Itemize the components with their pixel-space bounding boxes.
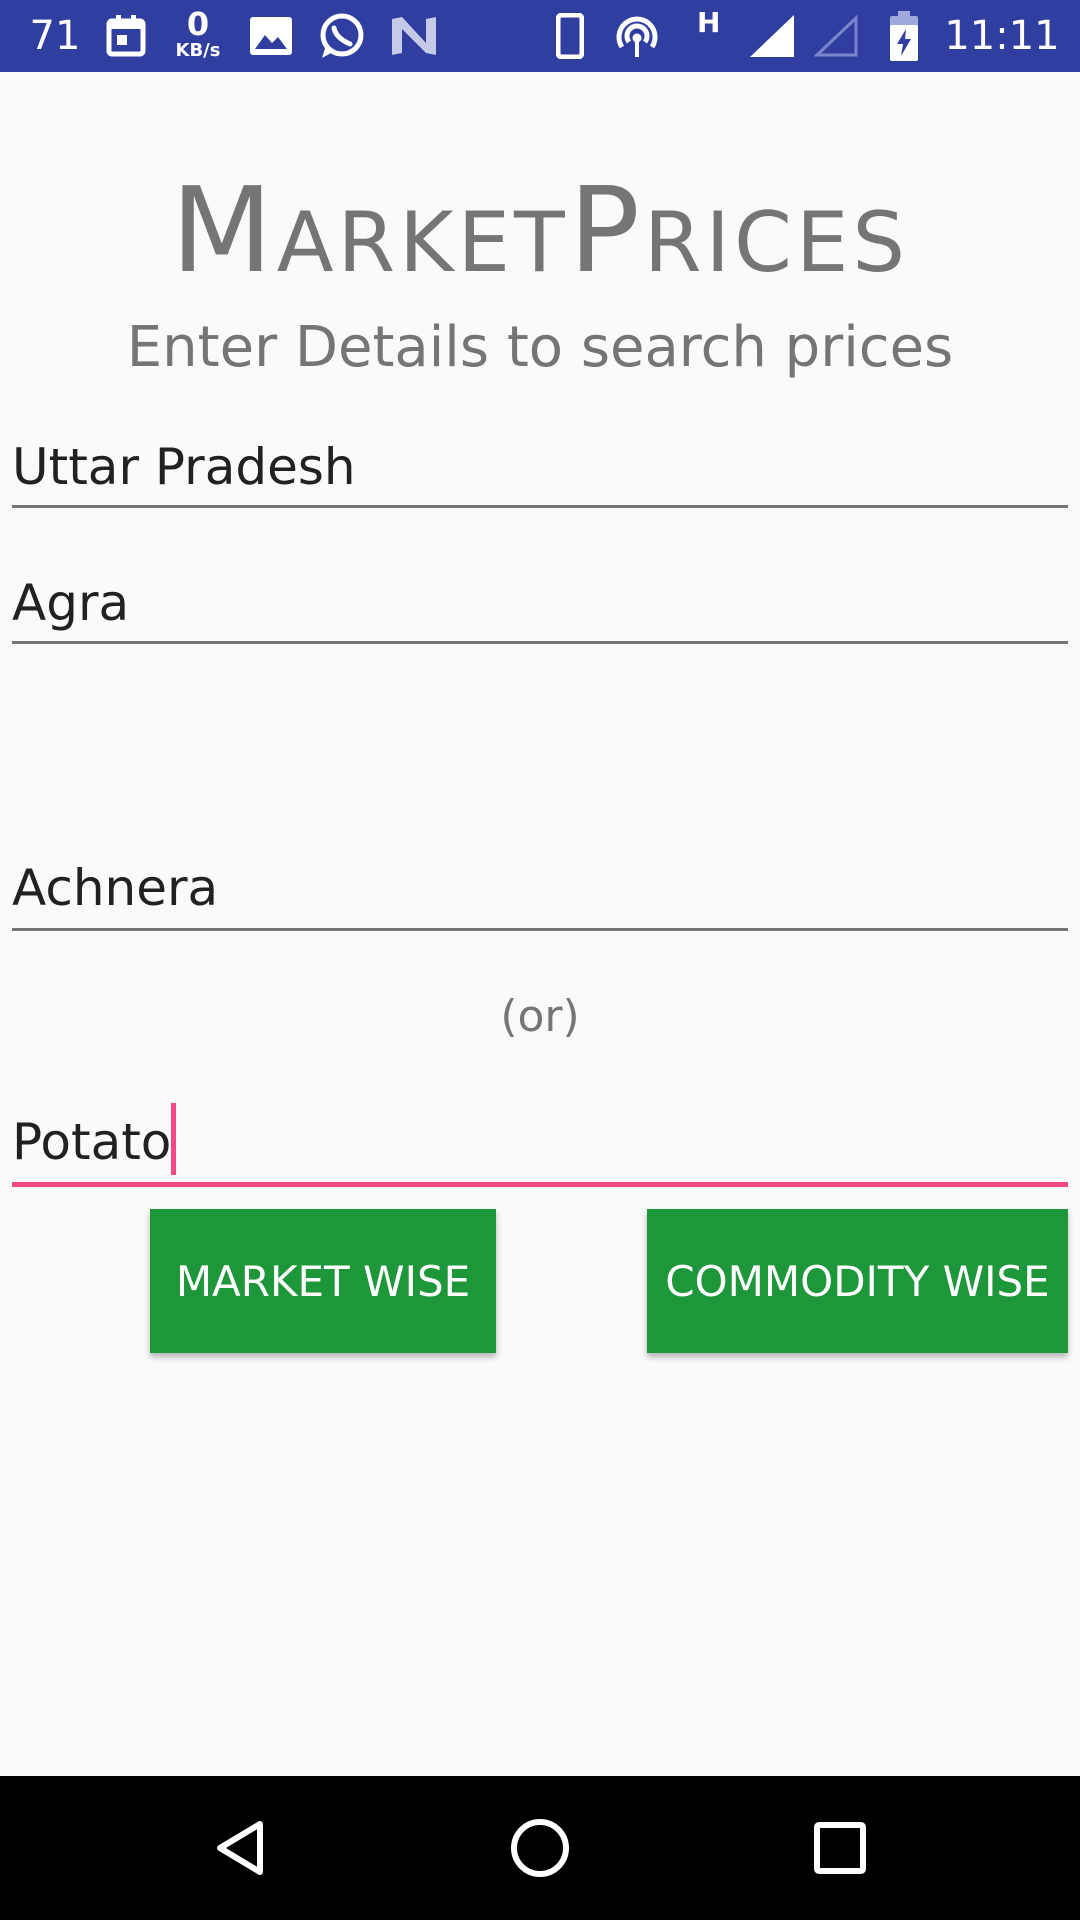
speed-value: 0 — [186, 5, 210, 43]
hotspot-icon — [612, 0, 662, 72]
market-wise-button[interactable]: MARKET WISE — [150, 1209, 496, 1353]
calendar-icon — [102, 0, 150, 72]
state-underline — [12, 505, 1068, 508]
notification-count: 71 — [29, 13, 81, 59]
commodity-wise-button[interactable]: COMMODITY WISE — [647, 1209, 1068, 1353]
district-underline — [12, 641, 1068, 644]
market-underline — [12, 928, 1068, 931]
commodity-underline — [12, 1182, 1068, 1187]
n-app-icon — [390, 0, 438, 72]
speed-unit: KB/s — [175, 40, 221, 61]
back-icon[interactable] — [170, 1776, 310, 1920]
recents-icon[interactable] — [770, 1776, 910, 1920]
network-type: H — [697, 6, 721, 39]
image-icon — [248, 0, 294, 72]
battery-charging-icon — [888, 0, 920, 72]
navigation-bar — [0, 1776, 1080, 1920]
signal-empty-icon — [812, 0, 860, 72]
app-title: MarketPrices — [170, 161, 910, 299]
network-speed: 0 KB/s — [168, 8, 228, 60]
clock: 11:11 — [944, 13, 1060, 59]
whatsapp-icon — [316, 0, 368, 72]
signal-icon — [748, 0, 796, 72]
phone-icon — [552, 0, 588, 72]
market-input[interactable] — [12, 853, 1068, 923]
state-input[interactable] — [12, 432, 1068, 502]
home-icon[interactable] — [470, 1776, 610, 1920]
app-subtitle: Enter Details to search prices — [126, 315, 954, 380]
text-cursor — [171, 1103, 176, 1175]
district-input[interactable] — [12, 568, 1068, 638]
status-bar: 71 0 KB/s H 11:11 — [0, 0, 1080, 72]
or-separator: (or) — [500, 991, 580, 1042]
